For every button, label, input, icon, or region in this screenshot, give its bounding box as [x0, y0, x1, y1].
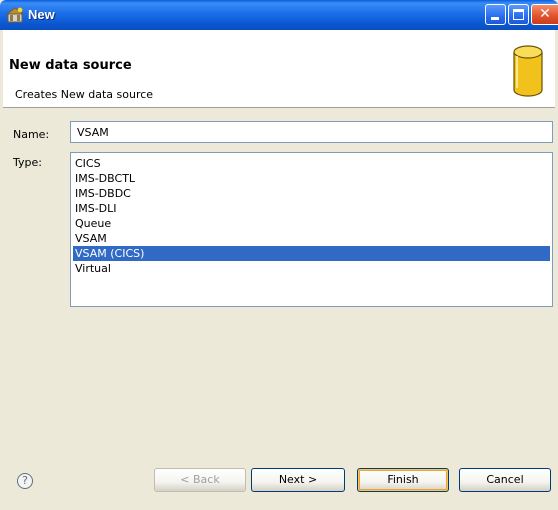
name-label: Name:	[13, 128, 50, 141]
type-label: Type:	[13, 156, 42, 169]
type-option-ims-dbdc[interactable]: IMS-DBDC	[73, 186, 550, 201]
type-option-ims-dli[interactable]: IMS-DLI	[73, 201, 550, 216]
minimize-icon	[491, 17, 499, 20]
next-button[interactable]: Next >	[251, 468, 345, 492]
page-title: New data source	[9, 58, 132, 73]
type-option-vsam-cics[interactable]: VSAM (CICS)	[73, 246, 550, 261]
finish-button[interactable]: Finish	[357, 468, 449, 492]
maximize-icon	[513, 9, 524, 20]
type-option-virtual[interactable]: Virtual	[73, 261, 550, 276]
window-title: New	[28, 7, 55, 22]
title-bar[interactable]: New ✕	[0, 0, 558, 30]
type-option-cics[interactable]: CICS	[73, 156, 550, 171]
close-icon: ✕	[539, 6, 551, 22]
type-option-queue[interactable]: Queue	[73, 216, 550, 231]
type-listbox[interactable]: CICS IMS-DBCTL IMS-DBDC IMS-DLI Queue VS…	[70, 152, 553, 307]
database-cylinder-icon	[513, 45, 543, 97]
wizard-banner: New data source Creates New data source	[3, 30, 555, 108]
type-option-vsam[interactable]: VSAM	[73, 231, 550, 246]
minimize-button[interactable]	[485, 4, 506, 25]
close-button[interactable]: ✕	[531, 4, 558, 25]
type-option-ims-dbctl[interactable]: IMS-DBCTL	[73, 171, 550, 186]
maximize-button[interactable]	[508, 4, 529, 25]
page-description: Creates New data source	[15, 88, 154, 101]
wizard-app-icon	[6, 7, 24, 23]
cancel-button[interactable]: Cancel	[459, 468, 551, 492]
back-button[interactable]: < Back	[154, 468, 246, 492]
help-icon[interactable]: ?	[17, 473, 33, 489]
new-data-source-dialog: New ✕ New data source Creates New data s…	[0, 0, 558, 510]
name-input[interactable]	[70, 121, 553, 143]
